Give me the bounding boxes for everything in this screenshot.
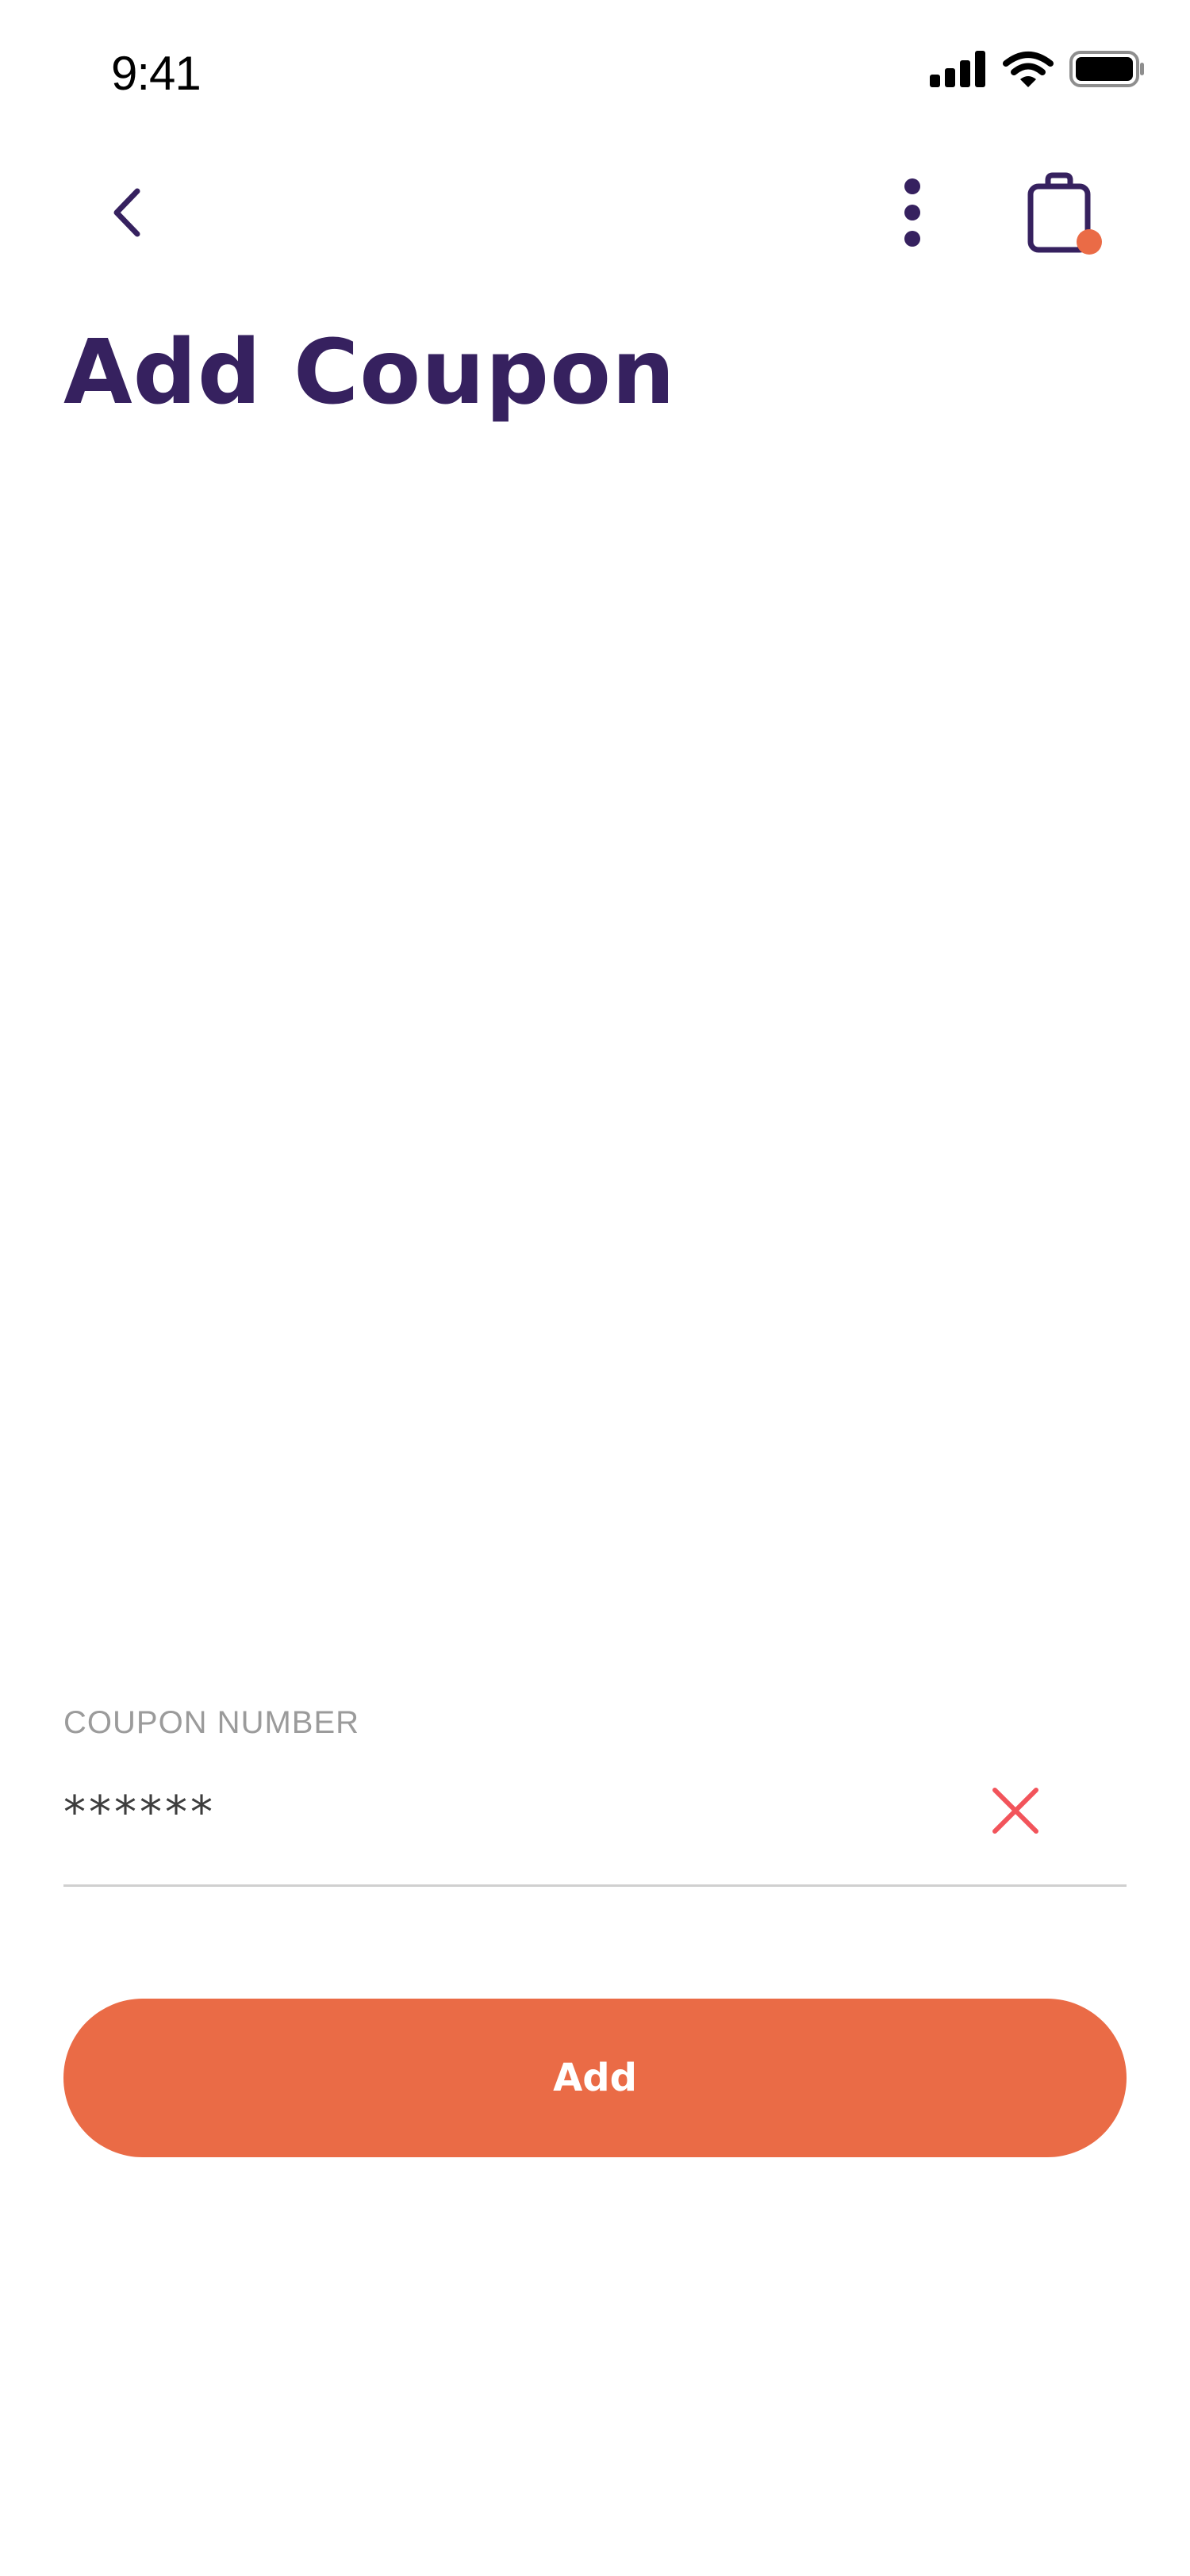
cart-badge (1077, 228, 1102, 255)
add-button[interactable]: Add (63, 1999, 1127, 2157)
page-title: Add Coupon (63, 321, 676, 424)
back-button[interactable] (95, 174, 159, 254)
status-bar: 9:41 (0, 0, 1190, 151)
more-button[interactable] (881, 167, 944, 262)
shopping-bag-icon (1019, 169, 1107, 260)
cellular-signal-icon (930, 51, 987, 91)
chevron-left-icon (107, 185, 147, 244)
coupon-field: COUPON NUMBER (63, 1705, 1127, 1888)
coupon-number-input[interactable] (63, 1765, 936, 1860)
bag-button[interactable] (1015, 163, 1111, 266)
nav-bar (0, 151, 1190, 270)
close-icon (990, 1785, 1041, 1840)
field-underline (63, 1884, 1127, 1887)
more-vertical-icon (900, 177, 924, 252)
wifi-icon (1003, 51, 1054, 91)
status-time: 9:41 (111, 47, 202, 100)
clear-button[interactable] (984, 1781, 1047, 1844)
status-icons (930, 51, 1146, 91)
battery-icon (1069, 51, 1146, 91)
coupon-number-label: COUPON NUMBER (63, 1705, 360, 1740)
